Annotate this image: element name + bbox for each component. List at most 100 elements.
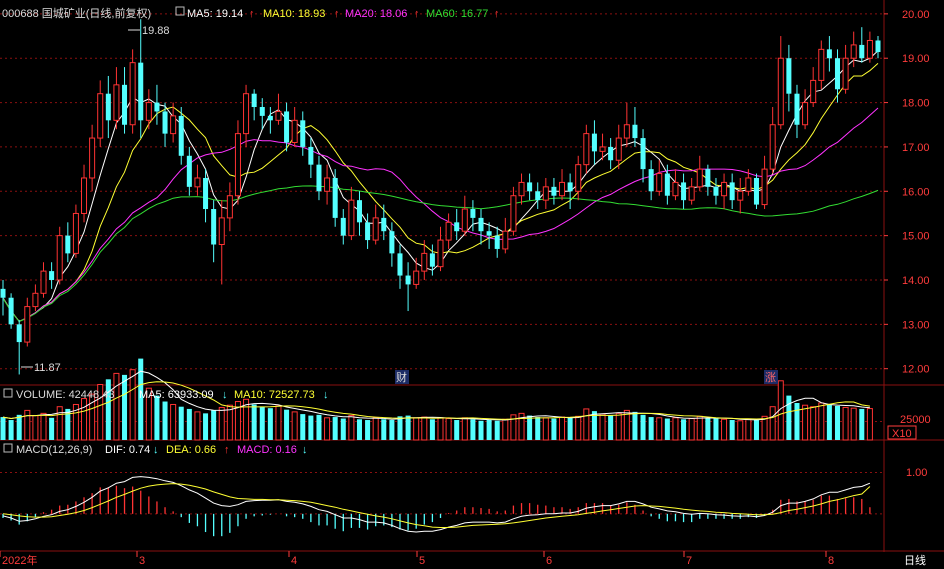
volume-bar — [162, 401, 168, 440]
candle-body — [145, 102, 152, 121]
volume-bar — [769, 406, 776, 441]
cai-event-badge[interactable]: 财 — [395, 370, 409, 384]
volume-bar — [713, 418, 719, 440]
candle-body — [502, 230, 509, 250]
volume-bar — [640, 414, 646, 440]
macd-dif-arrow-down-icon: ↓ — [153, 444, 159, 456]
date-axis-label: 3 — [139, 555, 145, 567]
candle[interactable] — [8, 293, 14, 329]
candle-body — [291, 119, 298, 143]
volume-bar — [211, 410, 217, 440]
volume-bar — [340, 418, 346, 440]
volume-bar — [599, 413, 606, 441]
candle-body — [348, 199, 355, 237]
ma10-value: MA10: 18.93 — [263, 8, 325, 20]
volume-bar — [356, 419, 362, 440]
volume-bar — [24, 409, 31, 441]
date-axis-label: 2022年 — [2, 553, 37, 567]
ma20-value: MA20: 18.06 — [345, 8, 407, 20]
volume-bar — [405, 415, 411, 440]
candle-body — [113, 84, 120, 121]
volume-bar — [324, 417, 331, 441]
volume-bar — [575, 415, 582, 441]
volume-bar — [397, 416, 403, 440]
volume-bar — [284, 409, 290, 440]
volume-bar — [834, 405, 841, 440]
volume-bar — [437, 417, 444, 441]
volume-bar — [859, 408, 865, 440]
candle-body — [769, 124, 776, 170]
candle-body — [405, 275, 411, 285]
candle-body — [518, 181, 525, 197]
macd-arrow-down-icon: ↓ — [302, 444, 308, 456]
candle-body — [178, 115, 184, 156]
candle-body — [470, 209, 476, 218]
volume-bar — [502, 418, 509, 441]
candle-body — [713, 186, 719, 196]
candle-body — [834, 58, 841, 90]
candle-body — [794, 93, 800, 125]
candle-body — [688, 186, 695, 201]
candle-body — [802, 102, 809, 126]
volume-bar — [842, 406, 849, 441]
candle-body — [681, 182, 687, 201]
volume-bar — [49, 417, 55, 440]
volume-bar — [494, 420, 500, 440]
candle-body — [381, 217, 387, 232]
price-axis-label: 15.00 — [902, 231, 930, 243]
candle-body — [510, 195, 517, 232]
candle-body — [640, 138, 646, 170]
candle-body — [461, 208, 468, 232]
price-axis-label: 20.00 — [902, 9, 930, 21]
high-price-label: 19.88 — [142, 25, 170, 37]
volume-bar — [372, 417, 379, 441]
volume-bar — [745, 418, 752, 441]
candle[interactable] — [753, 173, 759, 210]
volume-bar — [542, 417, 549, 441]
volume-bar — [89, 393, 96, 441]
volume-bar — [551, 418, 557, 440]
candle-body — [154, 102, 160, 112]
candle-body — [186, 155, 192, 187]
low-price-label: 11.87 — [34, 362, 61, 374]
volume-bar — [267, 408, 273, 440]
volume-bar — [681, 419, 687, 440]
candle-body — [696, 168, 703, 188]
candle-body — [0, 288, 6, 298]
volume-bar — [275, 405, 282, 441]
candle-body — [810, 79, 817, 104]
candle-body — [575, 164, 582, 192]
zhang-event-badge[interactable]: 涨 — [764, 370, 778, 384]
candle-body — [786, 58, 792, 94]
volume-bar — [251, 404, 257, 440]
period-label[interactable]: 日线 — [904, 553, 926, 567]
candle-body — [567, 182, 573, 192]
candle-body — [97, 93, 104, 139]
stock-chart[interactable]: 000688 国城矿业(日线,前复权) MA5: 19.14 ↑ MA10: 1… — [0, 0, 944, 569]
candle-body — [389, 231, 395, 254]
candle-body — [672, 181, 679, 197]
volume-bar — [583, 408, 590, 441]
volume-bar — [56, 406, 63, 441]
price-axis-label: 14.00 — [902, 275, 930, 287]
volume-bar — [696, 415, 703, 441]
date-axis-label: 5 — [419, 555, 425, 567]
candle-body — [753, 177, 759, 205]
candle-body — [162, 111, 168, 134]
volume-bar — [40, 412, 47, 441]
candle-body — [826, 49, 832, 59]
ma10-arrow-up-icon: ↑ — [334, 8, 340, 20]
candle-body — [129, 62, 136, 126]
volume-ma5-value: MA5: 63933.09 — [139, 389, 214, 401]
candle[interactable] — [56, 226, 63, 285]
candle-body — [737, 190, 744, 201]
candle-body — [40, 270, 47, 294]
volume-bar — [559, 416, 566, 441]
candle-body — [623, 124, 630, 139]
volume-bar — [129, 369, 136, 441]
candle-body — [138, 62, 144, 121]
ma60-value: MA60: 16.77 — [426, 8, 488, 20]
macd-value: MACD: 0.16 — [237, 444, 297, 456]
candle-body — [170, 115, 177, 135]
volume-bar — [656, 417, 663, 441]
